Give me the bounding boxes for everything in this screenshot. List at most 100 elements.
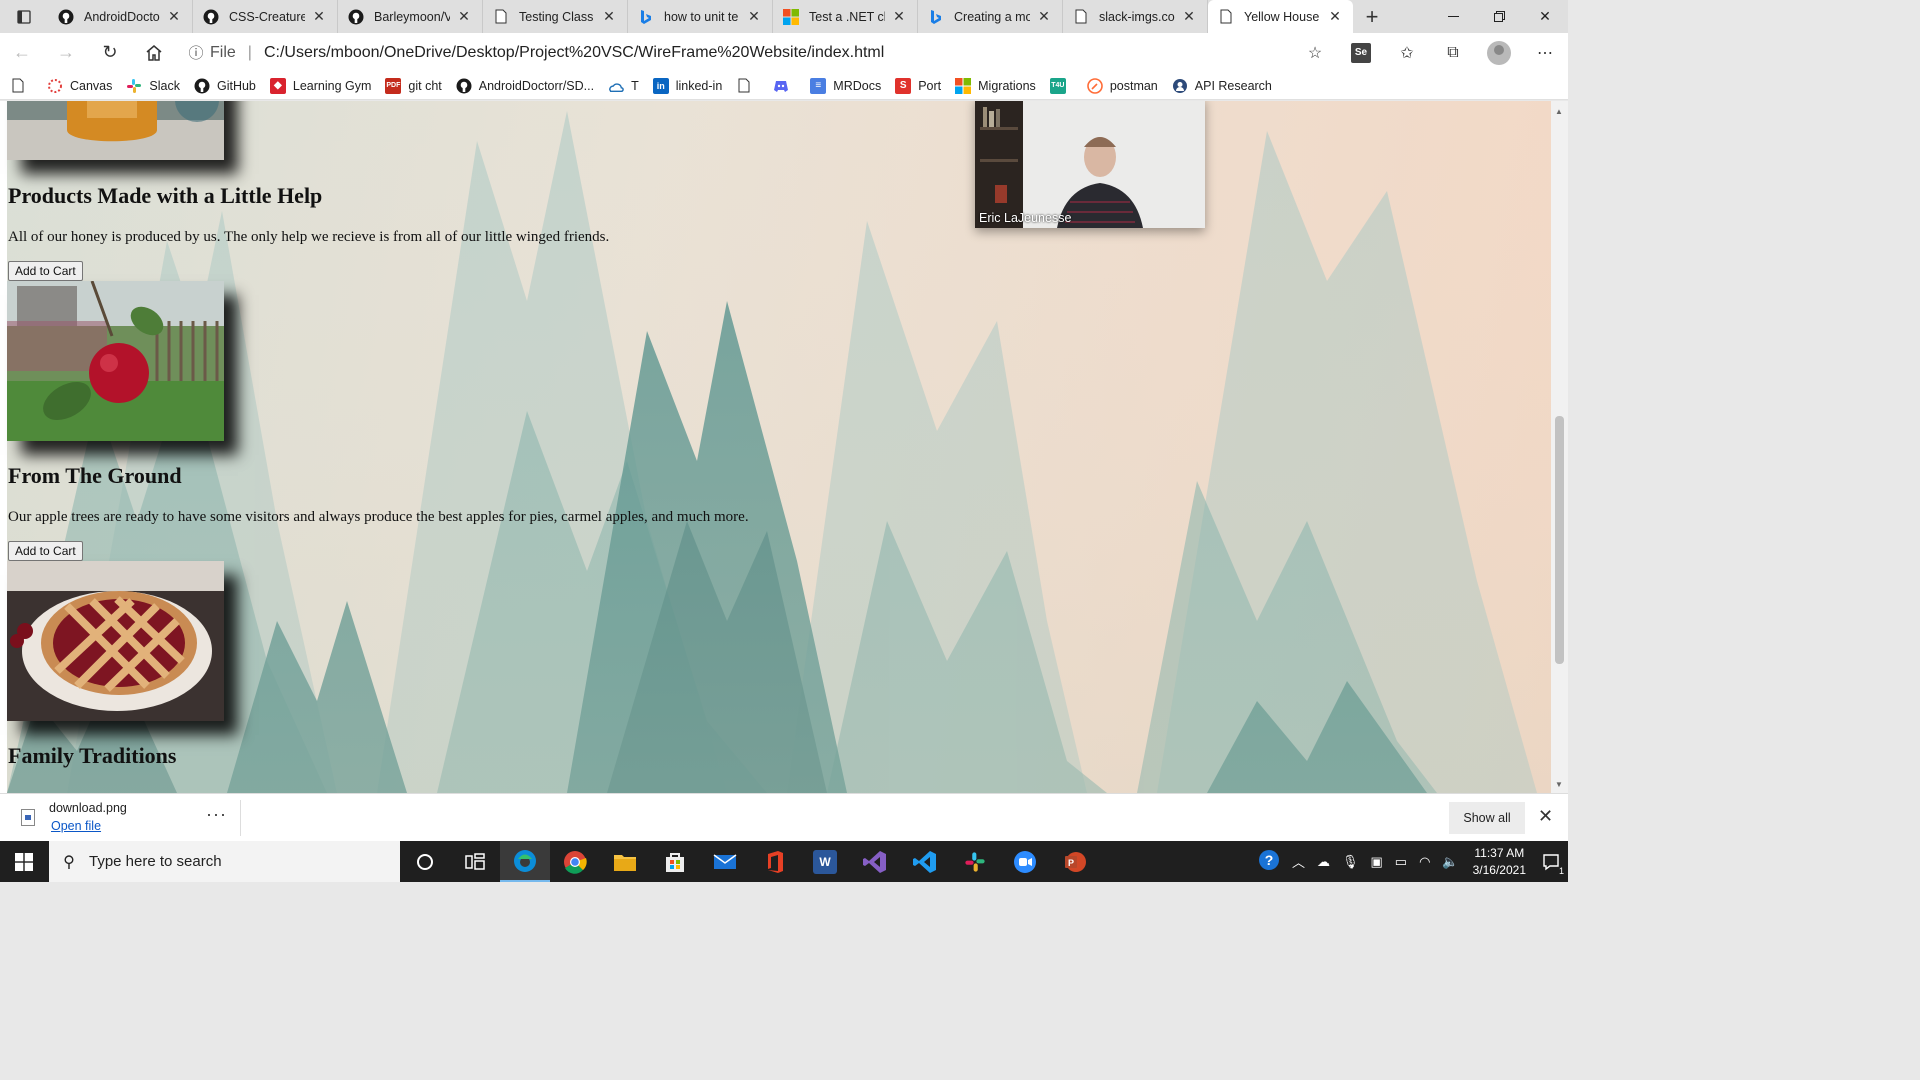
chrome-taskbar-button[interactable] [550, 841, 600, 882]
wifi-icon[interactable]: ◠ [1419, 854, 1430, 870]
taskbar-search-input[interactable]: ⚲ Type here to search [49, 841, 400, 882]
favorite-page[interactable] [10, 78, 33, 94]
slack-taskbar-button[interactable] [950, 841, 1000, 882]
file-explorer-taskbar-button[interactable] [600, 841, 650, 882]
page-left-margin [0, 101, 7, 793]
favorite-label: GitHub [216, 78, 256, 93]
zoom-taskbar-button[interactable] [1000, 841, 1050, 882]
close-tab-icon[interactable]: ✕ [746, 8, 762, 25]
vscode-icon [913, 850, 936, 873]
volume-icon[interactable]: 🔈 [1442, 854, 1458, 870]
profile-button[interactable] [1476, 33, 1522, 72]
system-tray: ? ︿ ☁ 🎙 ▣ ▭ ◠ 🔈 11:37 AM 3/16/2021 1 [1252, 841, 1568, 882]
notifications-button[interactable]: 1 [1534, 841, 1568, 882]
office-taskbar-button[interactable] [750, 841, 800, 882]
forward-button[interactable]: → [44, 33, 88, 72]
favorite-postman[interactable]: postman [1087, 77, 1158, 94]
favorite-canvas[interactable]: Canvas [47, 78, 112, 94]
new-tab-button[interactable]: + [1353, 0, 1391, 33]
minimize-button[interactable] [1430, 0, 1476, 33]
store-taskbar-button[interactable] [650, 841, 700, 882]
add-to-cart-button[interactable]: Add to Cart [8, 541, 83, 561]
tab-test-dotnet-class[interactable]: Test a .NET cla ✕ [773, 0, 918, 33]
favorite-label: Port [918, 78, 942, 93]
open-file-link[interactable]: Open file [51, 819, 101, 833]
restore-button[interactable] [1476, 0, 1522, 33]
video-call-overlay[interactable]: Eric LaJeunesse [975, 101, 1205, 228]
tab-creating-a-mock[interactable]: Creating a mo ✕ [918, 0, 1063, 33]
favorite-git-cht[interactable]: PDF git cht [385, 77, 442, 94]
show-all-button[interactable]: Show all [1449, 802, 1525, 834]
favorites-button[interactable]: ✩ [1384, 33, 1430, 72]
download-more-icon[interactable]: ··· [206, 804, 227, 825]
favorite-t[interactable]: T [608, 78, 639, 94]
close-tab-icon[interactable]: ✕ [166, 8, 182, 25]
refresh-button[interactable]: ↻ [88, 33, 132, 72]
favorite-migrations[interactable]: Migrations [955, 77, 1036, 94]
favorite-github[interactable]: GitHub [194, 78, 256, 94]
selenium-extension-button[interactable]: Se [1338, 33, 1384, 72]
tab-actions-button[interactable] [0, 0, 48, 33]
favorite-slack[interactable]: Slack [126, 78, 180, 94]
close-tab-icon[interactable]: ✕ [1036, 8, 1052, 25]
tab-testing-class[interactable]: Testing Class L ✕ [483, 0, 628, 33]
add-to-cart-button[interactable]: Add to Cart [8, 261, 83, 281]
scroll-up-icon[interactable]: ▲ [1555, 107, 1563, 116]
favorite-page-2[interactable] [736, 78, 759, 94]
favorite-mrdocs[interactable]: ≡ MRDocs [810, 77, 882, 94]
back-button[interactable]: ← [0, 33, 44, 72]
tab-label: AndroidDocto [84, 9, 160, 24]
download-filename[interactable]: download.png [49, 801, 127, 815]
favorite-port[interactable]: S Port [895, 77, 942, 94]
tab-slack-imgs[interactable]: slack-imgs.cor ✕ [1063, 0, 1208, 33]
close-tab-icon[interactable]: ✕ [601, 8, 617, 25]
vscode-taskbar-button[interactable] [900, 841, 950, 882]
address-input[interactable]: ⓘ File | C:/Users/mboon/OneDrive/Desktop… [182, 38, 1286, 68]
taskbar-clock[interactable]: 11:37 AM 3/16/2021 [1473, 845, 1526, 879]
close-tab-icon[interactable]: ✕ [1181, 8, 1197, 25]
page-scrollbar[interactable]: ▲ ▼ [1551, 101, 1568, 793]
tab-androiddoctor[interactable]: AndroidDocto ✕ [48, 0, 193, 33]
close-tab-icon[interactable]: ✕ [891, 8, 907, 25]
favorite-androiddoctor[interactable]: AndroidDoctorr/SD... [456, 78, 594, 94]
collections-button[interactable]: ⧉ [1430, 33, 1476, 72]
close-tab-icon[interactable]: ✕ [1327, 8, 1343, 25]
settings-menu-button[interactable]: ⋯ [1522, 33, 1568, 72]
learning-gym-icon: ◆ [269, 77, 286, 94]
battery-icon[interactable]: ▭ [1395, 854, 1407, 870]
word-taskbar-button[interactable]: W [800, 841, 850, 882]
scrollbar-thumb[interactable] [1555, 416, 1564, 664]
favorite-label: MRDocs [833, 78, 882, 93]
cortana-button[interactable] [400, 841, 450, 882]
refresh-icon: ↻ [102, 42, 118, 62]
microphone-icon[interactable]: 🎙 [1342, 854, 1359, 870]
close-tab-icon[interactable]: ✕ [311, 8, 327, 25]
favorite-t4u[interactable]: T4U [1049, 77, 1073, 94]
close-download-bar-icon[interactable]: ✕ [1538, 806, 1553, 827]
scroll-down-icon[interactable]: ▼ [1555, 780, 1563, 789]
visual-studio-taskbar-button[interactable] [850, 841, 900, 882]
help-icon[interactable]: ? [1258, 849, 1280, 874]
close-tab-icon[interactable]: ✕ [456, 8, 472, 25]
tab-how-to-unit-test[interactable]: how to unit te ✕ [628, 0, 773, 33]
tab-css-creature[interactable]: CSS-Creature/ ✕ [193, 0, 338, 33]
start-button[interactable] [0, 841, 48, 882]
meet-now-icon[interactable]: ▣ [1370, 854, 1382, 870]
site-info-icon[interactable]: ⓘ [182, 42, 210, 63]
favorite-api-research[interactable]: API Research [1172, 78, 1272, 94]
edge-icon [514, 849, 536, 872]
favorite-discord[interactable] [773, 78, 796, 94]
favorite-linked-in[interactable]: in linked-in [652, 77, 722, 94]
close-window-button[interactable]: ✕ [1522, 0, 1568, 33]
onedrive-icon[interactable]: ☁ [1317, 854, 1330, 870]
favorite-learning-gym[interactable]: ◆ Learning Gym [269, 77, 371, 94]
tab-yellow-house[interactable]: Yellow House ✕ [1208, 0, 1353, 33]
home-button[interactable] [132, 33, 176, 72]
show-hidden-icons[interactable]: ︿ [1292, 852, 1305, 871]
add-favorite-button[interactable]: ☆ [1292, 33, 1338, 72]
powerpoint-taskbar-button[interactable]: P [1050, 841, 1100, 882]
edge-taskbar-button[interactable] [500, 841, 550, 882]
task-view-button[interactable] [450, 841, 500, 882]
tab-barleymoon[interactable]: Barleymoon/V ✕ [338, 0, 483, 33]
mail-taskbar-button[interactable] [700, 841, 750, 882]
